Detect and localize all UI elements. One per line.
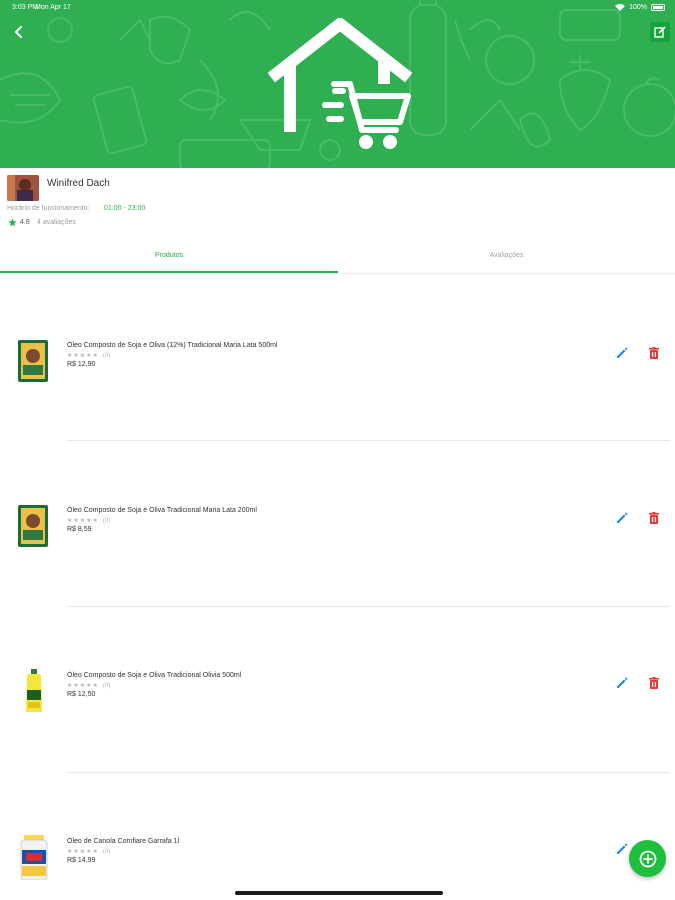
product-image bbox=[20, 835, 48, 880]
product-rating: ★★★★★ (0) bbox=[67, 848, 110, 855]
store-avatar bbox=[7, 175, 39, 201]
tab-divider bbox=[0, 273, 675, 274]
product-image bbox=[18, 505, 48, 547]
product-name: Óleo Composto de Soja e Oliva (12%) Trad… bbox=[67, 342, 278, 349]
product-price: R$ 8,59 bbox=[67, 526, 92, 533]
add-product-button[interactable] bbox=[629, 840, 666, 877]
trash-icon[interactable] bbox=[646, 675, 662, 691]
store-header: 3:03 PM Mon Apr 17 100% bbox=[0, 0, 675, 168]
list-separator bbox=[67, 606, 670, 607]
product-review-count: (0) bbox=[102, 518, 111, 524]
back-button[interactable] bbox=[9, 22, 29, 42]
product-price: R$ 12,90 bbox=[67, 361, 96, 368]
product-review-count: (0) bbox=[102, 353, 111, 359]
list-separator bbox=[67, 440, 670, 441]
wifi-icon bbox=[615, 4, 626, 11]
tab-avaliacoes[interactable]: Avaliações bbox=[338, 252, 675, 264]
edit-store-button[interactable] bbox=[650, 22, 670, 42]
opening-hours-label: Horário de funcionamento: bbox=[7, 205, 90, 212]
status-date: Mon Apr 17 bbox=[35, 4, 71, 11]
product-item[interactable]: Óleo Composto de Soja e Oliva (12%) Trad… bbox=[0, 338, 675, 398]
store-rating: 4.8 bbox=[20, 219, 30, 226]
product-rating: ★★★★★ (0) bbox=[67, 682, 110, 689]
trash-icon[interactable] bbox=[646, 510, 662, 526]
product-item[interactable]: Óleo Composto de Soja e Oliva Tradiciona… bbox=[0, 668, 675, 728]
product-price: R$ 12,50 bbox=[67, 691, 96, 698]
product-image bbox=[26, 669, 42, 712]
chevron-left-icon bbox=[15, 26, 22, 38]
pencil-icon[interactable] bbox=[614, 345, 630, 361]
product-stars: ★★★★★ bbox=[67, 518, 99, 524]
product-image bbox=[18, 340, 48, 382]
store-page: 3:03 PM Mon Apr 17 100% Winifred Dach Ho… bbox=[0, 0, 675, 900]
product-name: Óleo Composto de Soja e Oliva Tradiciona… bbox=[67, 672, 242, 679]
product-review-count: (0) bbox=[102, 849, 111, 855]
pencil-icon[interactable] bbox=[614, 510, 630, 526]
battery-percent: 100% bbox=[629, 3, 647, 11]
product-item[interactable]: Óleo Composto de Soja e Oliva Tradiciona… bbox=[0, 503, 675, 563]
product-name: Óleo Composto de Soja e Oliva Tradiciona… bbox=[67, 507, 257, 514]
product-name: Óleo de Canola Comfiare Garrafa 1l bbox=[67, 838, 180, 845]
product-stars: ★★★★★ bbox=[67, 849, 99, 855]
home-indicator bbox=[235, 891, 443, 895]
status-right: 100% bbox=[615, 3, 665, 11]
product-stars: ★★★★★ bbox=[67, 683, 99, 689]
trash-icon[interactable] bbox=[646, 345, 662, 361]
battery-icon bbox=[651, 3, 665, 11]
product-item[interactable]: Óleo de Canola Comfiare Garrafa 1l ★★★★★… bbox=[0, 834, 675, 894]
store-name: Winifred Dach bbox=[47, 178, 110, 189]
list-separator bbox=[67, 772, 670, 773]
product-review-count: (0) bbox=[102, 683, 111, 689]
store-review-count: 4 avaliações bbox=[37, 219, 76, 226]
product-rating: ★★★★★ (0) bbox=[67, 517, 110, 524]
pencil-icon[interactable] bbox=[614, 675, 630, 691]
product-stars: ★★★★★ bbox=[67, 353, 99, 359]
house-cart-icon bbox=[268, 18, 412, 149]
pencil-icon[interactable] bbox=[614, 841, 630, 857]
star-icon bbox=[8, 218, 17, 227]
add-circle-icon bbox=[639, 850, 656, 867]
edit-square-icon bbox=[654, 26, 666, 38]
product-price: R$ 14,99 bbox=[67, 857, 96, 864]
tab-produtos[interactable]: Produtos bbox=[0, 252, 338, 264]
product-rating: ★★★★★ (0) bbox=[67, 352, 110, 359]
status-bar: 3:03 PM Mon Apr 17 100% bbox=[0, 2, 675, 14]
opening-hours-value: 01:00 - 23:00 bbox=[104, 205, 146, 212]
